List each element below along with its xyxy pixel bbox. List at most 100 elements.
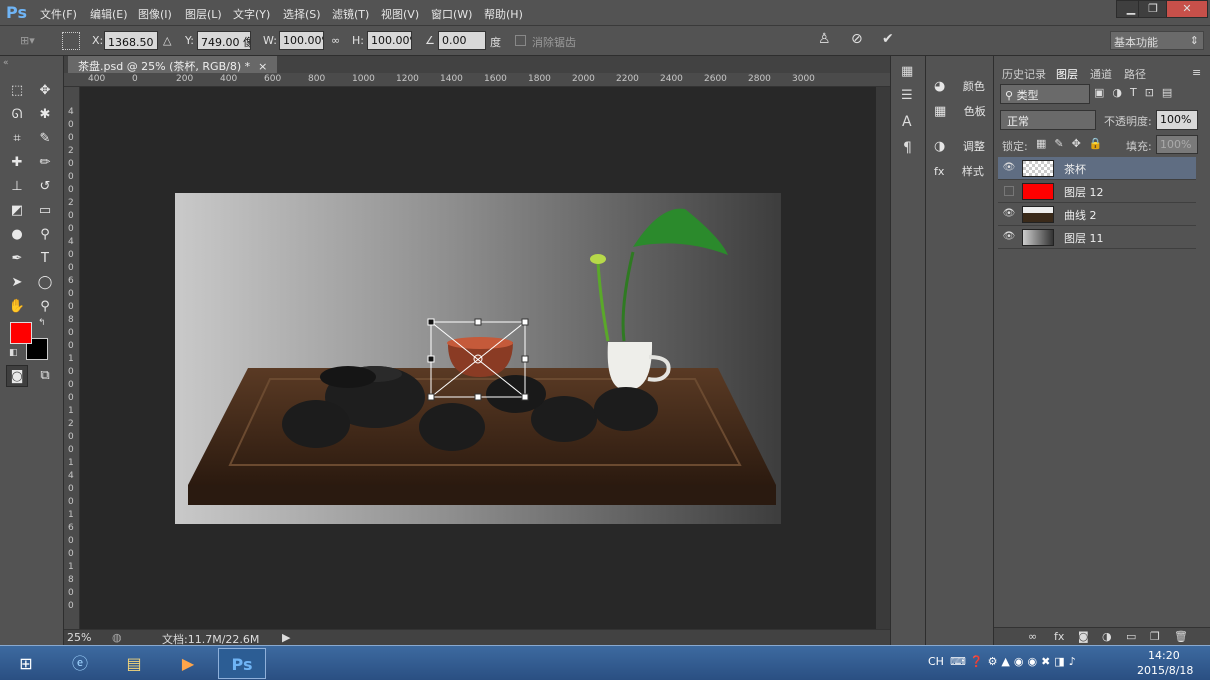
ie-icon[interactable]: ⓔ xyxy=(56,648,104,679)
zoom-level[interactable]: 25% xyxy=(67,631,91,644)
transform-tool-icon[interactable]: ⊞▾ xyxy=(20,34,35,47)
canvas-area[interactable] xyxy=(80,87,876,629)
panel-menu-icon[interactable]: ≡ xyxy=(1192,66,1201,79)
brush-tool-icon[interactable]: ✏ xyxy=(34,152,56,174)
close-button[interactable]: ✕ xyxy=(1166,0,1208,18)
default-colors-icon[interactable]: ◧ xyxy=(9,348,18,358)
start-button-icon[interactable]: ⊞ xyxy=(2,648,50,679)
menu-select[interactable]: 选择(S) xyxy=(283,6,321,22)
photoshop-taskbar-icon[interactable]: Ps xyxy=(218,648,266,679)
status-menu-arrow-icon[interactable]: ▶ xyxy=(282,631,290,644)
visibility-off-box[interactable] xyxy=(1004,186,1014,196)
menu-window[interactable]: 窗口(W) xyxy=(431,6,472,22)
crop-tool-icon[interactable]: ⌗ xyxy=(6,128,28,150)
mask-icon[interactable]: ◙ xyxy=(1078,630,1089,643)
link-icon[interactable]: ∞ xyxy=(1028,630,1037,643)
restore-button[interactable]: ❐ xyxy=(1138,0,1168,18)
cancel-transform-icon[interactable]: ⊘ xyxy=(851,31,863,47)
info-panel-icon[interactable]: ▦ xyxy=(901,64,913,79)
tab-layers[interactable]: 图层 xyxy=(1056,66,1078,82)
blur-tool-icon[interactable]: ● xyxy=(6,224,28,246)
link-icon[interactable]: ∞ xyxy=(331,34,340,47)
ellipse-tool-icon[interactable]: ◯ xyxy=(34,272,56,294)
hand-tool-icon[interactable]: ✋ xyxy=(6,296,28,318)
document-tab[interactable]: 茶盘.psd @ 25% (茶杯, RGB/8) * × xyxy=(68,56,278,73)
layer-row-layer11[interactable]: 👁 图层 11 xyxy=(998,226,1196,249)
tray-icons[interactable]: ⌨❓⚙▲◉◉✖◨♪ xyxy=(950,655,1080,668)
path-select-icon[interactable]: ➤ xyxy=(6,272,28,294)
lock-icons[interactable]: ▦✎✥🔒 xyxy=(1036,137,1111,150)
dodge-tool-icon[interactable]: ⚲ xyxy=(34,224,56,246)
layer-row-layer12[interactable]: 图层 12 xyxy=(998,180,1196,203)
menu-edit[interactable]: 编辑(E) xyxy=(90,6,128,22)
layer-row-curves2[interactable]: 👁 曲线 2 xyxy=(998,203,1196,226)
menu-image[interactable]: 图像(I) xyxy=(138,6,172,22)
menu-layer[interactable]: 图层(L) xyxy=(185,6,222,22)
width-field[interactable]: 100.00% xyxy=(279,31,324,50)
fx-icon[interactable]: fx xyxy=(1054,630,1064,643)
swap-colors-icon[interactable]: ↰ xyxy=(38,318,46,328)
tab-history[interactable]: 历史记录 xyxy=(1002,66,1046,82)
type-tool-icon[interactable]: T xyxy=(34,248,56,270)
adjustment-icon[interactable]: ◑ xyxy=(1102,630,1112,643)
paragraph-panel-icon[interactable]: ¶ xyxy=(903,140,912,156)
move-tool-icon[interactable]: ✥ xyxy=(34,80,56,102)
status-icon[interactable]: ◍ xyxy=(112,631,122,644)
eraser-tool-icon[interactable]: ◩ xyxy=(6,200,28,222)
menu-help[interactable]: 帮助(H) xyxy=(484,6,523,22)
antialias-checkbox[interactable] xyxy=(515,35,526,46)
height-field[interactable]: 100.00% xyxy=(367,31,412,50)
media-player-icon[interactable]: ▶ xyxy=(164,648,212,679)
document-canvas[interactable] xyxy=(80,87,876,629)
collapse-icon[interactable]: « xyxy=(3,58,9,68)
new-layer-icon[interactable]: ❐ xyxy=(1150,630,1160,643)
filter-kind-select[interactable]: ⚲ 类型 xyxy=(1000,84,1090,104)
close-tab-icon[interactable]: × xyxy=(258,60,267,73)
visibility-eye-icon[interactable]: 👁 xyxy=(1002,231,1016,243)
gradient-tool-icon[interactable]: ▭ xyxy=(34,200,56,222)
vertical-scrollbar[interactable] xyxy=(876,87,890,629)
workspace-select[interactable]: 基本功能 ⇕ xyxy=(1110,31,1204,50)
menu-view[interactable]: 视图(V) xyxy=(381,6,419,22)
tab-paths[interactable]: 路径 xyxy=(1124,66,1146,82)
layer-filter-icons[interactable]: ▣◑T⊡▤ xyxy=(1094,86,1180,99)
menu-type[interactable]: 文字(Y) xyxy=(233,6,270,22)
properties-panel-icon[interactable]: ☰ xyxy=(901,88,913,103)
relative-position-icon[interactable]: △ xyxy=(163,34,171,47)
character-panel-icon[interactable]: A xyxy=(902,114,912,130)
explorer-icon[interactable]: ▤ xyxy=(110,648,158,679)
input-language[interactable]: CH xyxy=(928,655,944,668)
opacity-field[interactable]: 100% xyxy=(1156,110,1198,130)
x-field[interactable]: 1368.50 像 xyxy=(104,31,158,50)
screen-mode-icon[interactable]: ⧉ xyxy=(34,365,56,387)
swatches-panel-button[interactable]: ▦ 色板 xyxy=(934,103,992,125)
layer-row-cup[interactable]: 👁 茶杯 xyxy=(998,157,1196,180)
y-field[interactable]: 749.00 像 xyxy=(197,31,251,50)
foreground-color-fill[interactable] xyxy=(10,322,32,344)
fill-field[interactable]: 100% xyxy=(1156,135,1198,154)
folder-icon[interactable]: ▭ xyxy=(1126,630,1136,643)
reference-point-icon[interactable] xyxy=(62,32,80,50)
marquee-tool-icon[interactable]: ⬚ xyxy=(6,80,28,102)
eyedropper-icon[interactable]: ✎ xyxy=(34,128,56,150)
magic-wand-icon[interactable]: ✱ xyxy=(34,104,56,126)
adjustments-panel-button[interactable]: ◑ 调整 xyxy=(934,138,992,160)
blend-mode-select[interactable]: 正常 xyxy=(1000,110,1096,130)
clock-date[interactable]: 2015/8/18 xyxy=(1137,664,1193,677)
color-panel-button[interactable]: ◕ 颜色 xyxy=(934,78,992,100)
zoom-tool-icon[interactable]: ⚲ xyxy=(34,296,56,318)
styles-panel-button[interactable]: fx 样式 xyxy=(934,163,992,185)
angle-field[interactable]: 0.00 xyxy=(438,31,486,50)
trash-icon[interactable]: 🗑 xyxy=(1174,630,1188,643)
pen-tool-icon[interactable]: ✒ xyxy=(6,248,28,270)
visibility-eye-icon[interactable]: 👁 xyxy=(1002,208,1016,220)
healing-brush-icon[interactable]: ✚ xyxy=(6,152,28,174)
lasso-tool-icon[interactable]: ᘏ xyxy=(6,104,28,126)
menu-filter[interactable]: 滤镜(T) xyxy=(332,6,369,22)
menu-file[interactable]: 文件(F) xyxy=(40,6,77,22)
warp-icon[interactable]: ♙ xyxy=(818,31,831,47)
clock-time[interactable]: 14:20 xyxy=(1148,649,1180,662)
quick-mask-icon[interactable]: ◙ xyxy=(6,365,28,387)
commit-transform-icon[interactable]: ✔ xyxy=(882,31,894,47)
tab-channels[interactable]: 通道 xyxy=(1090,66,1112,82)
